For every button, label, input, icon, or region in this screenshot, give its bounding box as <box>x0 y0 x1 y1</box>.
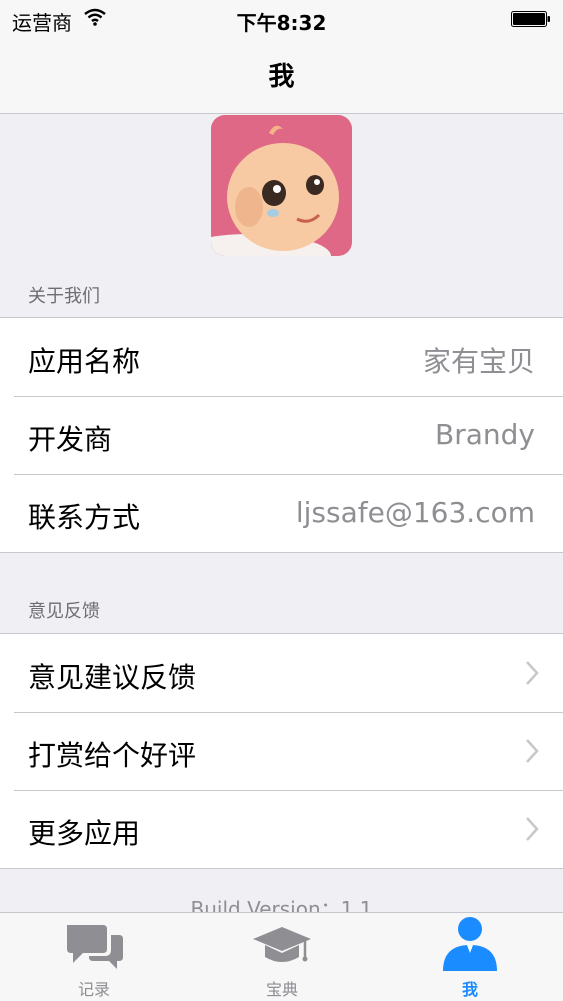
row-rate-app[interactable]: 打赏给个好评 <box>0 712 563 790</box>
row-label: 联系方式 <box>28 501 141 534</box>
row-app-name: 应用名称 家有宝贝 <box>0 318 563 396</box>
row-feedback[interactable]: 意见建议反馈 <box>0 634 563 712</box>
person-icon <box>443 917 497 971</box>
section-header-feedback: 意见反馈 <box>28 601 100 622</box>
tab-me[interactable]: 我 <box>376 913 563 1001</box>
feedback-group: 意见建议反馈 打赏给个好评 更多应用 <box>0 633 563 869</box>
row-more-apps[interactable]: 更多应用 <box>0 790 563 868</box>
chevron-right-icon <box>526 817 539 841</box>
row-label: 开发商 <box>28 423 113 456</box>
about-group: 应用名称 家有宝贝 开发商 Brandy 联系方式 ljssafe@163.co… <box>0 317 563 553</box>
row-developer: 开发商 Brandy <box>0 396 563 474</box>
row-value: 家有宝贝 <box>422 345 535 378</box>
tab-guide[interactable]: 宝典 <box>188 913 376 1001</box>
row-contact[interactable]: 联系方式 ljssafe@163.com <box>0 474 563 552</box>
tab-label: 记录 <box>77 980 110 999</box>
row-label: 打赏给个好评 <box>28 739 197 772</box>
row-value: Brandy <box>435 418 535 451</box>
row-label: 意见建议反馈 <box>28 661 197 694</box>
baby-face-icon <box>211 115 352 256</box>
section-header-about: 关于我们 <box>28 286 100 307</box>
chat-bubbles-icon <box>67 925 123 969</box>
page-title: 我 <box>268 62 295 92</box>
chevron-right-icon <box>526 739 539 763</box>
nav-bar: 我 <box>0 38 563 114</box>
tab-label: 我 <box>461 980 478 999</box>
status-bar: 运营商 下午8:32 <box>0 0 563 38</box>
chevron-right-icon <box>526 661 539 685</box>
clock: 下午8:32 <box>236 11 327 35</box>
row-label: 应用名称 <box>28 345 141 378</box>
tab-records[interactable]: 记录 <box>0 913 188 1001</box>
app-logo <box>211 115 352 256</box>
battery-icon <box>511 11 550 27</box>
row-label: 更多应用 <box>28 817 141 850</box>
graduation-cap-icon <box>253 927 311 962</box>
tab-bar: 记录 宝典 我 <box>0 912 563 1001</box>
contact-email[interactable]: ljssafe@163.com <box>296 496 535 529</box>
tab-label: 宝典 <box>265 980 298 999</box>
